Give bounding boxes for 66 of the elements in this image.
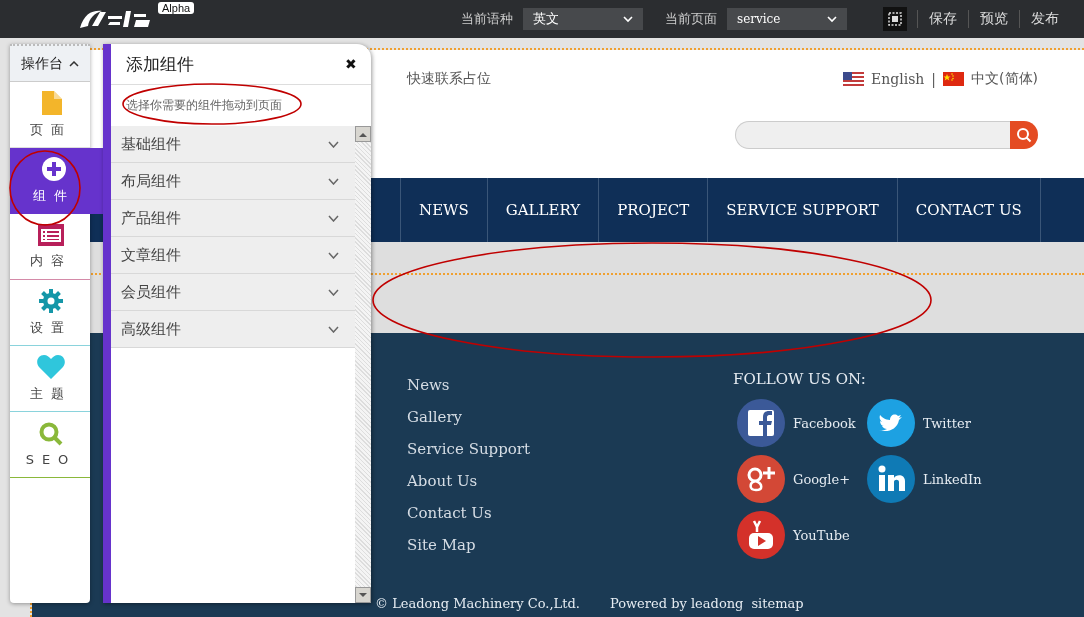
social-link[interactable]: Google+ — [793, 471, 851, 487]
page-label: 当前页面 — [665, 10, 717, 28]
accordion-item[interactable]: 布局组件 — [111, 163, 355, 200]
social-link[interactable]: Facebook — [793, 415, 856, 431]
social-link[interactable]: LinkedIn — [923, 471, 982, 487]
toolbar-item[interactable]: 主题 — [10, 346, 90, 412]
plus-icon — [42, 156, 66, 181]
up-arrow-icon — [359, 131, 367, 137]
close-button[interactable]: ✖ — [345, 56, 357, 72]
separator-text: | — [931, 71, 937, 87]
footer-link[interactable]: Service Support — [407, 433, 733, 465]
social-link[interactable]: Twitter — [923, 415, 971, 431]
footer-link[interactable]: Contact Us — [407, 497, 733, 529]
accordion-item[interactable]: 会员组件 — [111, 274, 355, 311]
language-select[interactable]: 英文 — [523, 8, 643, 30]
search-field[interactable] — [735, 121, 1010, 149]
toolbar-action-button[interactable]: 预览 — [968, 10, 1019, 28]
toolbar-item[interactable]: 页面 — [10, 82, 90, 148]
china-flag-icon — [943, 72, 965, 86]
hint-text: 选择你需要的组件拖动到页面 — [126, 97, 282, 114]
heart-icon — [37, 354, 65, 379]
search-button[interactable] — [1010, 121, 1038, 149]
powered-by-link[interactable]: Powered by leadong — [609, 596, 744, 611]
frame-select-button[interactable] — [883, 7, 907, 31]
accordion-item[interactable]: 高级组件 — [111, 311, 355, 348]
toolbar-item[interactable]: 设置 — [10, 280, 90, 346]
quick-contact-text: 快速联系占位 — [407, 70, 491, 88]
accordion-item[interactable]: 基础组件 — [111, 126, 355, 163]
youtube-icon[interactable] — [737, 511, 785, 559]
toolbar-item[interactable]: 内容 — [10, 214, 90, 280]
chevron-icon — [827, 15, 837, 23]
footer-link[interactable]: About Us — [407, 465, 733, 497]
dashed-square-icon — [888, 12, 902, 26]
list-icon — [38, 223, 64, 246]
toolbar-action-button[interactable]: 发布 — [1019, 10, 1070, 28]
google-plus-icon[interactable] — [737, 455, 785, 503]
footer-link[interactable]: Gallery — [407, 401, 733, 433]
chevron-icon — [623, 15, 633, 23]
panel-title: 添加组件 — [126, 52, 194, 76]
social-link[interactable]: YouTube — [793, 527, 850, 543]
facebook-icon[interactable] — [737, 399, 785, 447]
scrollbar[interactable] — [355, 126, 371, 603]
language-link[interactable]: English — [871, 71, 925, 87]
footer-link[interactable]: News — [407, 369, 733, 401]
linkedin-icon[interactable] — [867, 455, 915, 503]
sitemap-link[interactable]: sitemap — [751, 596, 804, 611]
footer-link[interactable]: Site Map — [407, 529, 733, 561]
page-icon — [40, 90, 62, 115]
caret-icon[interactable] — [69, 60, 79, 67]
follow-title: FOLLOW US ON: — [733, 369, 867, 389]
twitter-icon[interactable] — [867, 399, 915, 447]
down-arrow-icon — [359, 592, 367, 598]
accordion-item[interactable]: 文章组件 — [111, 237, 355, 274]
alpha-badge: Alpha — [158, 2, 195, 14]
toolbar-action-button[interactable]: 保存 — [917, 10, 968, 28]
copyright-text: © Leadong Machinery Co.,Ltd. — [375, 596, 580, 611]
toolbar-item[interactable]: SEO — [10, 412, 90, 478]
us-flag-icon — [843, 72, 864, 86]
toolbar-title: 操作台 — [21, 54, 63, 73]
page-select[interactable]: service — [727, 8, 847, 30]
accordion-item[interactable]: 产品组件 — [111, 200, 355, 237]
toolbar-item[interactable]: 组件 — [10, 148, 103, 214]
magnifier-icon — [39, 422, 63, 446]
language-link[interactable]: 中文(简体) — [971, 70, 1038, 88]
language-label: 当前语种 — [461, 10, 513, 28]
search-icon — [1016, 127, 1032, 143]
